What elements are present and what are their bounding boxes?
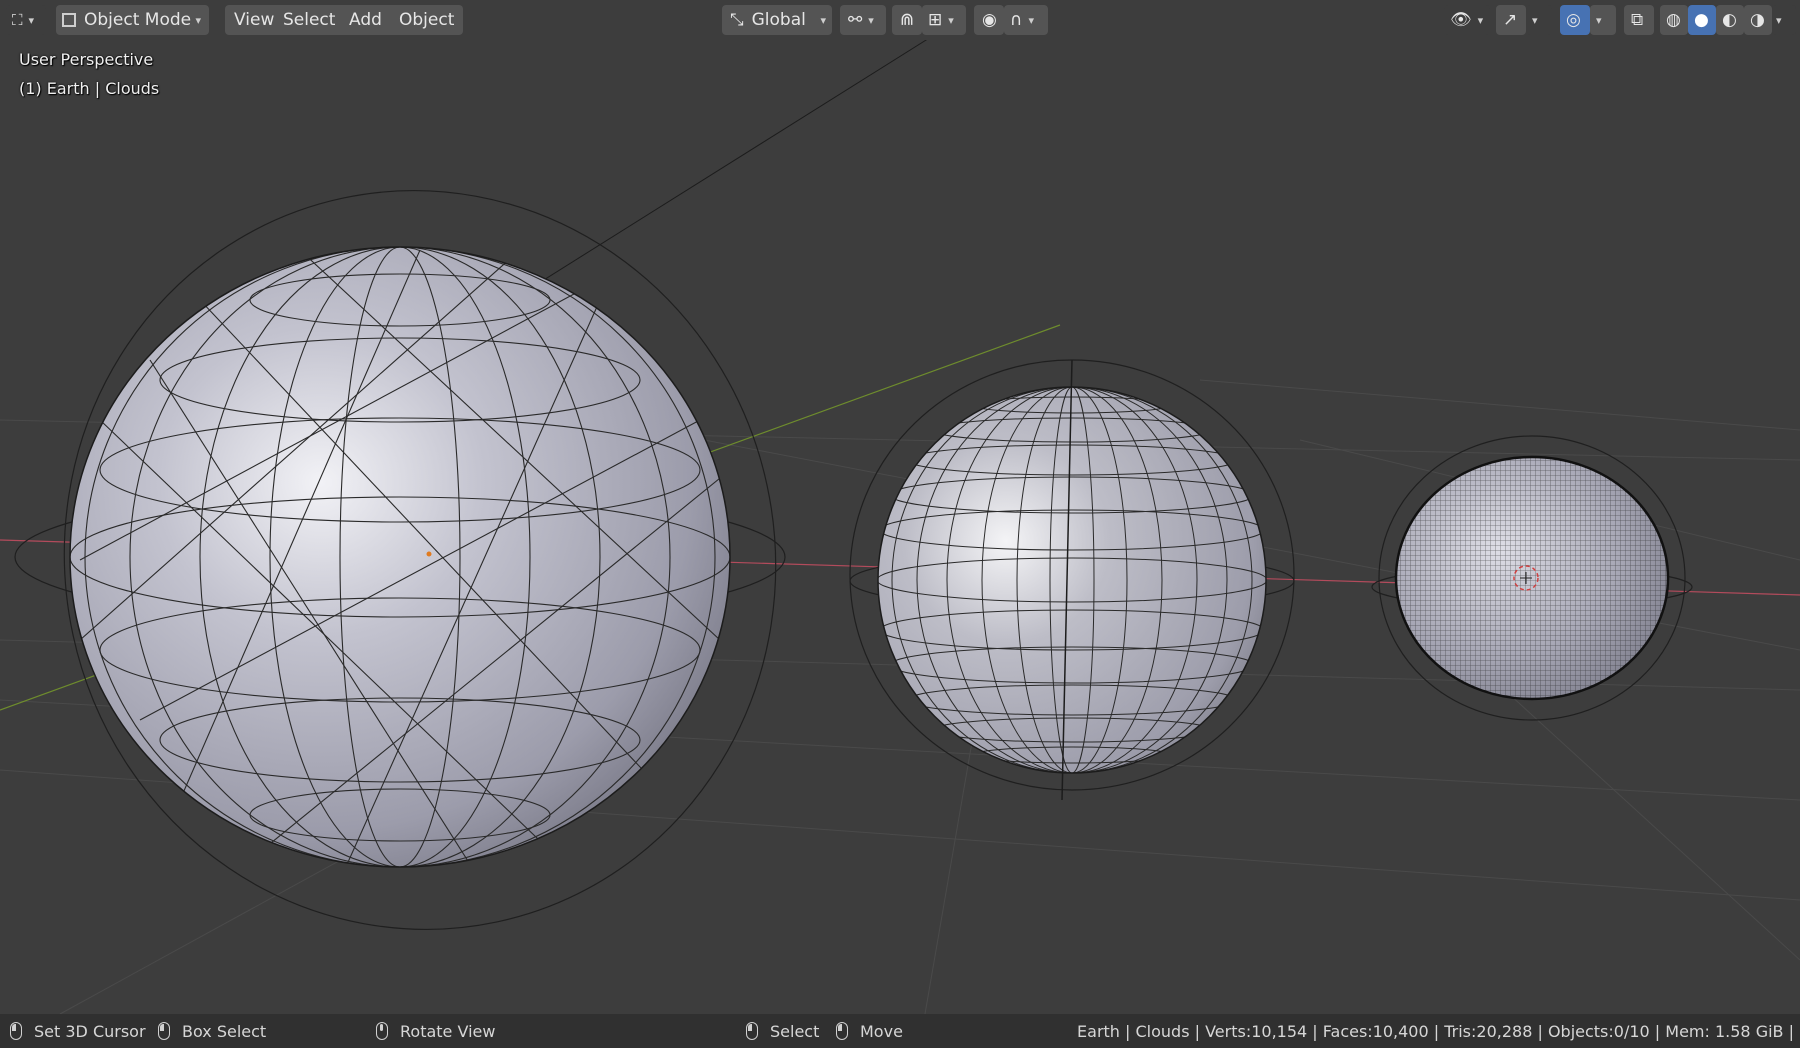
material-sphere-icon: ◐: [1722, 10, 1737, 30]
mouse-drag-icon: [836, 1022, 848, 1040]
gizmo-dropdown[interactable]: ▾: [1526, 5, 1552, 35]
pivot-icon: ⚯: [848, 10, 863, 30]
visibility-dropdown[interactable]: 👁 ▾: [1444, 5, 1490, 35]
wireframe-sphere-icon: ◍: [1666, 10, 1681, 30]
hint-box-select: Box Select: [158, 1020, 266, 1042]
menu-add[interactable]: Add: [340, 5, 391, 35]
hint-label: Box Select: [182, 1021, 267, 1041]
light-direction-line: [479, 24, 951, 321]
hint-label: Move: [860, 1021, 903, 1041]
editor-type-icon: ⛶: [12, 11, 23, 29]
mouse-drag-icon: [158, 1022, 170, 1040]
transform-orientation-dropdown[interactable]: ⤡ Global ▾: [722, 5, 832, 35]
xray-icon: ⧉: [1631, 10, 1644, 30]
hint-move: Move: [836, 1020, 903, 1042]
chevron-down-icon: ▾: [820, 13, 826, 27]
editor-type-button[interactable]: ⛶ ▾: [6, 5, 46, 35]
mode-label: Object Mode: [84, 10, 192, 30]
hint-rotate-view: Rotate View: [376, 1020, 495, 1042]
hint-label: Rotate View: [400, 1021, 496, 1041]
chevron-down-icon: ▾: [1028, 13, 1034, 27]
sphere-earth-large[interactable]: [0, 124, 844, 995]
shading-solid-button[interactable]: ●: [1688, 5, 1716, 35]
3d-viewport[interactable]: [0, 0, 1800, 1048]
overlays-icon: ◎: [1566, 10, 1581, 30]
chevron-down-icon: ▾: [1532, 13, 1538, 27]
falloff-curve-icon: ∩: [1010, 10, 1023, 30]
mouse-middle-icon: [376, 1022, 388, 1040]
snap-target-dropdown[interactable]: ⊞ ▾: [922, 5, 966, 35]
mouse-right-icon: [746, 1022, 758, 1040]
chevron-down-icon: ▾: [868, 13, 874, 27]
overlays-toggle[interactable]: ◎: [1560, 5, 1590, 35]
menu-object[interactable]: Object: [390, 5, 464, 35]
solid-sphere-icon: ●: [1694, 10, 1709, 30]
shading-material-button[interactable]: ◐: [1716, 5, 1744, 35]
viewport-canvas[interactable]: [0, 0, 1800, 1048]
chevron-down-icon: ▾: [948, 13, 954, 27]
scene-statistics: Earth | Clouds | Verts:10,154 | Faces:10…: [1077, 1021, 1794, 1041]
gizmo-icon: ↗: [1503, 10, 1518, 30]
hint-select: Select: [746, 1020, 819, 1042]
active-object-label: (1) Earth | Clouds: [19, 79, 160, 98]
orientation-icon: ⤡: [730, 10, 744, 30]
object-mode-icon: [62, 13, 76, 27]
snap-toggle[interactable]: ⋒: [892, 5, 922, 35]
hint-label: Select: [770, 1021, 820, 1041]
pivot-point-dropdown[interactable]: ⚯ ▾: [840, 5, 886, 35]
sphere-earth-high-poly[interactable]: [1371, 435, 1693, 721]
snap-increment-icon: ⊞: [928, 10, 943, 30]
overlays-dropdown[interactable]: ▾: [1590, 5, 1616, 35]
xray-toggle[interactable]: ⧉: [1624, 5, 1654, 35]
sphere-earth-medium[interactable]: [849, 359, 1295, 801]
gizmo-toggle[interactable]: ↗: [1496, 5, 1526, 35]
mouse-left-icon: [10, 1022, 22, 1040]
shading-rendered-button[interactable]: ◑: [1744, 5, 1772, 35]
shading-dropdown[interactable]: ▾: [1772, 5, 1796, 35]
orientation-label: Global: [751, 10, 806, 30]
falloff-dropdown[interactable]: ∩ ▾: [1004, 5, 1048, 35]
chevron-down-icon: ▾: [1477, 13, 1484, 27]
hint-set-3d-cursor: Set 3D Cursor: [10, 1020, 146, 1042]
chevron-down-icon: ▾: [195, 13, 201, 27]
proportional-edit-icon: ◉: [982, 10, 997, 30]
rendered-sphere-icon: ◑: [1750, 10, 1765, 30]
view-name-label: User Perspective: [19, 50, 154, 69]
mode-dropdown[interactable]: Object Mode ▾: [56, 5, 209, 35]
viewport-header: ⛶ ▾ Object Mode ▾ View Select Add Object …: [0, 0, 1800, 40]
chevron-down-icon: ▾: [1776, 13, 1782, 27]
proportional-editing-toggle[interactable]: ◉: [974, 5, 1004, 35]
shading-wireframe-button[interactable]: ◍: [1660, 5, 1688, 35]
status-bar: Set 3D Cursor Box Select Rotate View Sel…: [0, 1014, 1800, 1048]
hint-label: Set 3D Cursor: [34, 1021, 146, 1041]
chevron-down-icon: ▾: [1596, 13, 1602, 27]
chevron-down-icon: ▾: [28, 13, 35, 27]
eye-icon: 👁: [1450, 10, 1472, 30]
magnet-icon: ⋒: [900, 10, 915, 30]
menu-select[interactable]: Select: [274, 5, 345, 35]
